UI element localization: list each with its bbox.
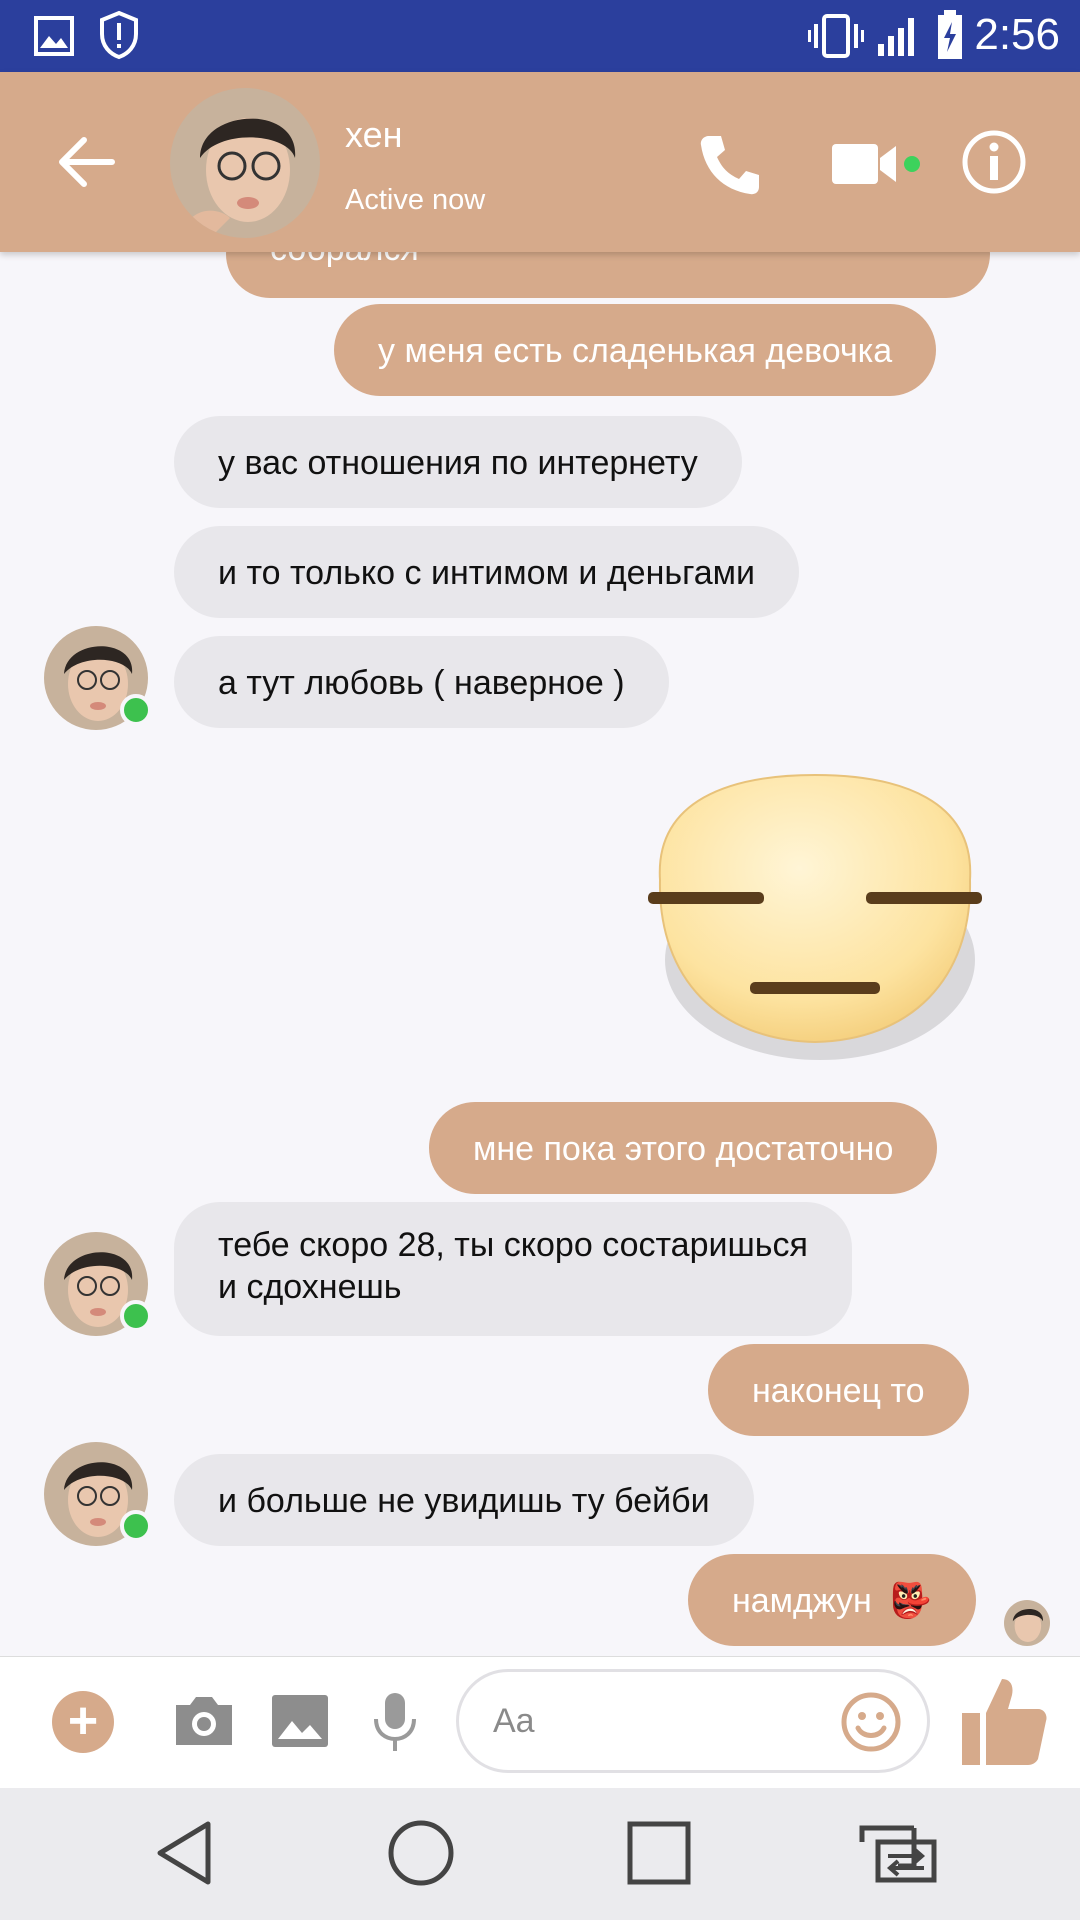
- message-input-placeholder: Aa: [493, 1702, 535, 1740]
- message-incoming[interactable]: и больше не увидишь ту бейби: [174, 1454, 754, 1546]
- message-text: у вас отношения по интернету: [218, 444, 698, 482]
- message-text-line: тебе скоро 28, ты скоро состаришься: [218, 1226, 808, 1264]
- emoji-icon[interactable]: [839, 1690, 903, 1754]
- message-incoming[interactable]: тебе скоро 28, ты скоро состаришься и сд…: [174, 1202, 852, 1336]
- message-incoming[interactable]: у вас отношения по интернету: [174, 416, 742, 508]
- message-outgoing[interactable]: мне пока этого достаточно: [429, 1102, 938, 1194]
- message-text: мне пока этого достаточно: [473, 1130, 894, 1168]
- message-text-line: и сдохнешь: [218, 1268, 402, 1306]
- message-outgoing[interactable]: у меня есть сладенькая девочка: [334, 304, 937, 396]
- online-indicator: [120, 1510, 152, 1542]
- home-circle-icon[interactable]: [386, 1818, 456, 1888]
- phone-icon[interactable]: [695, 130, 765, 200]
- signal-icon: [878, 18, 914, 56]
- expressionless-face-sticker[interactable]: [640, 770, 990, 1070]
- info-icon[interactable]: [960, 128, 1028, 196]
- microphone-icon[interactable]: [370, 1691, 420, 1755]
- status-bar: 2:56: [0, 0, 1080, 72]
- vibrate-icon: [808, 14, 864, 58]
- message-input[interactable]: Aa: [456, 1669, 930, 1773]
- message-text: а тут любовь ( наверное ): [218, 664, 625, 702]
- recents-square-icon[interactable]: [624, 1818, 694, 1888]
- thumbs-up-icon[interactable]: [958, 1673, 1048, 1769]
- gallery-icon[interactable]: [270, 1691, 330, 1751]
- online-indicator: [904, 156, 920, 172]
- contact-avatar[interactable]: [170, 88, 320, 238]
- back-triangle-icon[interactable]: [152, 1818, 216, 1888]
- message-outgoing[interactable]: намджун 👺: [688, 1554, 976, 1646]
- read-receipt-avatar: [1004, 1600, 1050, 1646]
- system-navigation-bar: [0, 1788, 1080, 1920]
- conversation-header: хен Active now: [0, 72, 1080, 252]
- online-indicator: [120, 1300, 152, 1332]
- contact-name: хен: [345, 114, 403, 155]
- battery-charging-icon: [938, 10, 962, 59]
- back-arrow-icon[interactable]: [52, 132, 122, 192]
- clock: 2:56: [974, 10, 1060, 59]
- message-text: намджун: [732, 1582, 872, 1620]
- online-indicator: [120, 694, 152, 726]
- camera-icon[interactable]: [172, 1691, 236, 1751]
- message-outgoing[interactable]: наконец то: [708, 1344, 969, 1436]
- message-text: и больше не увидишь ту бейби: [218, 1482, 710, 1520]
- devil-mask-emoji: 👺: [889, 1582, 932, 1620]
- switch-apps-icon[interactable]: [856, 1818, 940, 1888]
- message-incoming[interactable]: и то только с интимом и деньгами: [174, 526, 799, 618]
- message-composer: + Aa: [0, 1656, 1080, 1788]
- message-text: у меня есть сладенькая девочка: [378, 332, 893, 370]
- image-icon: [34, 16, 74, 56]
- contact-active-status: Active now: [345, 184, 486, 216]
- message-text: и то только с интимом и деньгами: [218, 554, 755, 592]
- message-incoming[interactable]: а тут любовь ( наверное ): [174, 636, 669, 728]
- shield-icon: [100, 10, 138, 60]
- message-text: наконец то: [752, 1372, 925, 1410]
- plus-icon[interactable]: +: [52, 1691, 114, 1753]
